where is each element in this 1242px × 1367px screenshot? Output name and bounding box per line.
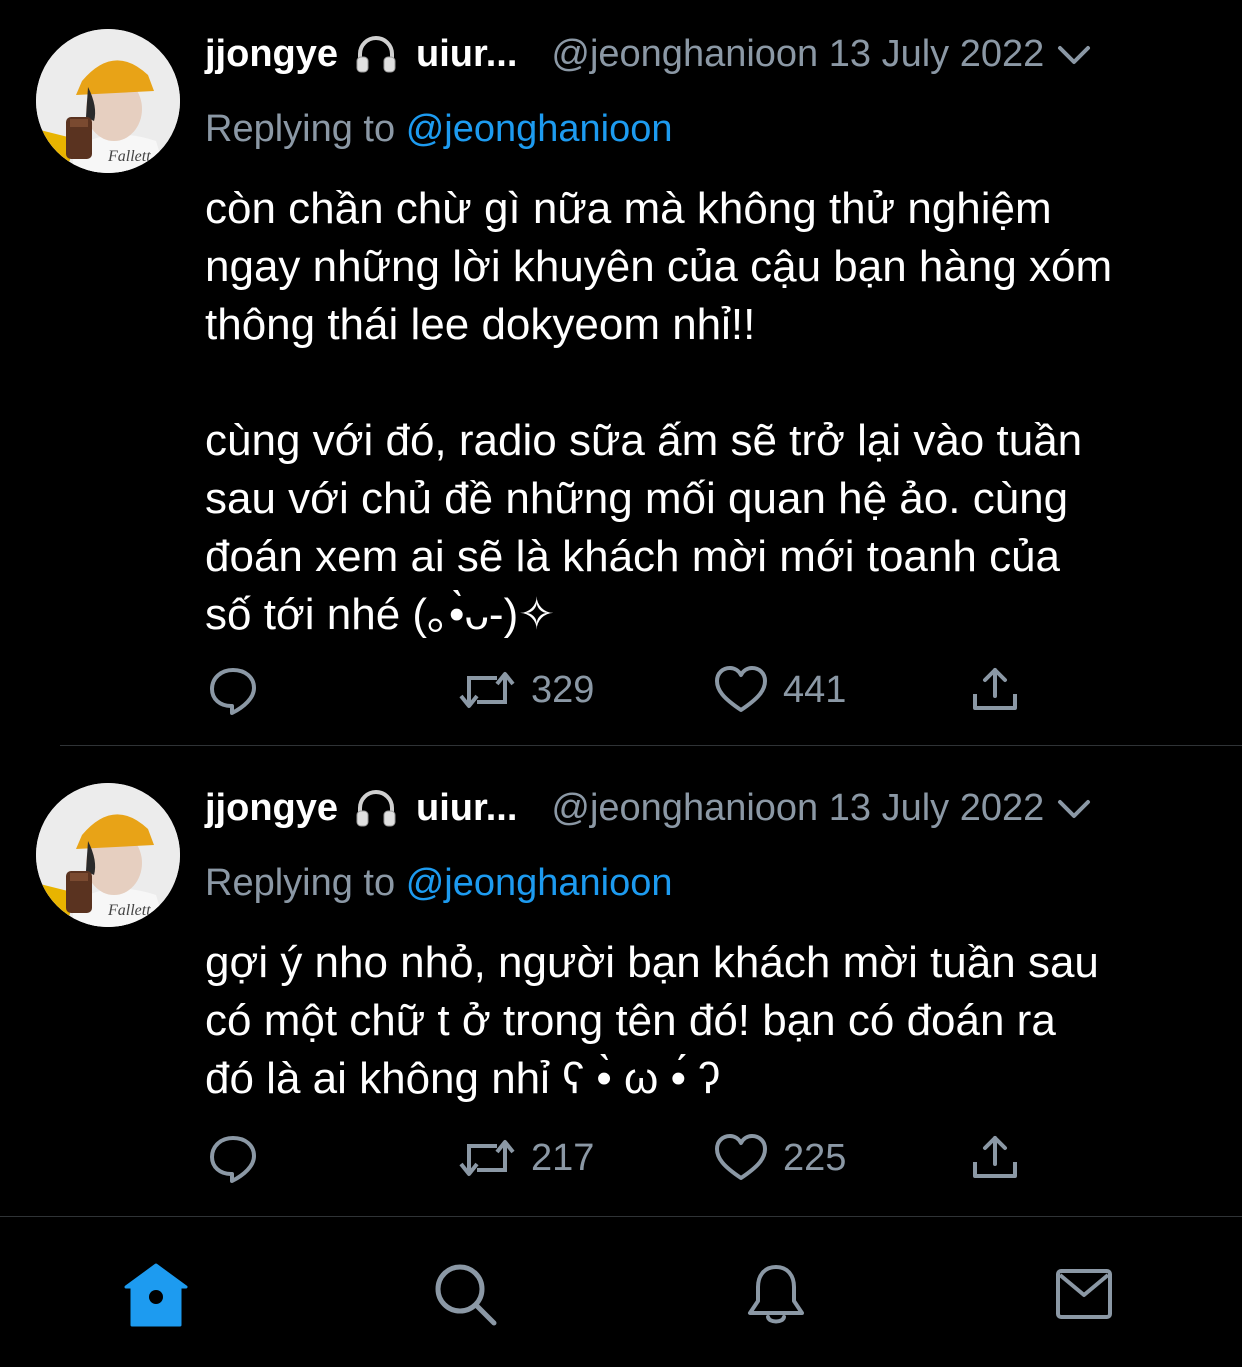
tweet-header: jjongye uiur... @jeonghanioon 13 July 20… (205, 782, 1202, 834)
tab-home[interactable] (116, 1257, 196, 1337)
share-icon (967, 1130, 1023, 1186)
avatar[interactable]: Fallett (36, 783, 180, 927)
replying-handle-link[interactable]: @jeonghanioon (406, 862, 673, 904)
replying-to: Replying to @jeonghanioon (205, 108, 673, 151)
like-count: 225 (783, 1136, 847, 1179)
handle-and-date: @jeonghanioon 13 July 2022 (551, 786, 1045, 829)
display-name-suffix[interactable]: uiur... (416, 33, 517, 76)
replying-handle-link[interactable]: @jeonghanioon (406, 108, 673, 150)
handle-and-date: @jeonghanioon 13 July 2022 (551, 32, 1045, 75)
tweet-text: gợi ý nho nhỏ, người bạn khách mời tuần … (205, 938, 1099, 1103)
chevron-down-icon[interactable] (1054, 34, 1094, 74)
tweet-actions: 329 441 (205, 660, 1035, 720)
tab-search[interactable] (426, 1257, 506, 1337)
tweet-header: jjongye uiur... @jeonghanioon 13 July 20… (205, 28, 1202, 80)
tab-messages[interactable] (1046, 1257, 1126, 1337)
share-icon (967, 662, 1023, 718)
heart-icon (713, 662, 769, 718)
headphones-icon (352, 784, 400, 832)
bell-icon (742, 1261, 810, 1334)
retweet-icon (457, 662, 517, 718)
svg-text:Fallett: Fallett (107, 148, 151, 165)
heart-icon (713, 1130, 769, 1186)
retweet-count: 329 (531, 668, 595, 711)
mail-icon (1052, 1261, 1120, 1334)
bottom-tab-bar (0, 1216, 1242, 1367)
tab-notifications[interactable] (736, 1257, 816, 1337)
replying-label: Replying to (205, 108, 396, 150)
svg-text:Fallett: Fallett (107, 902, 151, 919)
headphones-icon (352, 30, 400, 78)
like-button[interactable]: 225 (713, 1128, 846, 1188)
home-icon (122, 1261, 190, 1334)
reply-icon (205, 662, 261, 718)
replying-label: Replying to (205, 862, 396, 904)
reply-icon (205, 1130, 261, 1186)
like-button[interactable]: 441 (713, 660, 846, 720)
retweet-icon (457, 1130, 517, 1186)
tweet[interactable]: Fallett jjongye uiur... @jeonghanioon 13… (0, 746, 1242, 1216)
tweet-text: còn chần chừ gì nữa mà không thử nghiệm … (205, 184, 1113, 639)
retweet-button[interactable]: 217 (457, 1128, 594, 1188)
tweet-actions: 217 225 (205, 1128, 1035, 1188)
chevron-down-icon[interactable] (1054, 788, 1094, 828)
like-count: 441 (783, 668, 847, 711)
retweet-button[interactable]: 329 (457, 660, 594, 720)
share-button[interactable] (967, 660, 1023, 720)
retweet-count: 217 (531, 1136, 595, 1179)
tweet[interactable]: Fallett jjongye uiur... @jeonghanioon 13… (0, 0, 1242, 746)
avatar[interactable]: Fallett (36, 29, 180, 173)
reply-button[interactable] (205, 1128, 261, 1188)
display-name[interactable]: jjongye (205, 787, 338, 830)
display-name-suffix[interactable]: uiur... (416, 787, 517, 830)
share-button[interactable] (967, 1128, 1023, 1188)
display-name[interactable]: jjongye (205, 33, 338, 76)
reply-button[interactable] (205, 660, 261, 720)
replying-to: Replying to @jeonghanioon (205, 862, 673, 905)
search-icon (432, 1261, 500, 1334)
